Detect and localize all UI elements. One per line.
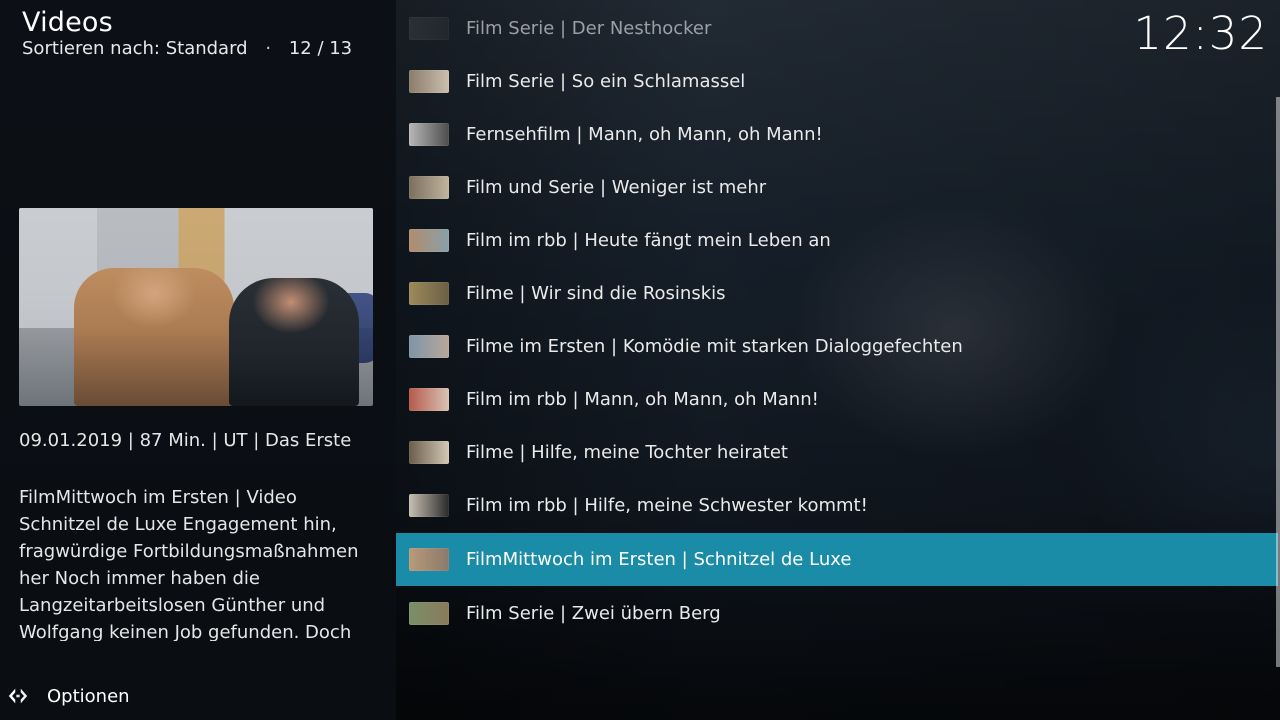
list-item[interactable]: Film im rbb | Hilfe, meine Schwester kom…: [396, 479, 1278, 532]
options-button[interactable]: Optionen: [7, 683, 130, 709]
list-item[interactable]: Filme im Ersten | Komödie mit starken Di…: [396, 320, 1278, 373]
list-item[interactable]: Film und Serie | Weniger ist mehr: [396, 161, 1278, 214]
list-position: 12 / 13: [288, 38, 353, 59]
list-item-label: Film Serie | So ein Schlamassel: [466, 71, 746, 92]
list-item-label: Filme | Wir sind die Rosinskis: [466, 283, 726, 304]
video-list: Film Serie | Der Nesthocker Film Serie |…: [396, 0, 1280, 720]
list-item[interactable]: Film im rbb | Heute fängt mein Leben an: [396, 214, 1278, 267]
list-item-label: FilmMittwoch im Ersten | Schnitzel de Lu…: [466, 549, 852, 570]
separator-dot: ·: [265, 38, 272, 59]
sort-and-position: Sortieren nach: Standard · 12 / 13: [22, 38, 352, 59]
list-item-label: Filme im Ersten | Komödie mit starken Di…: [466, 336, 963, 357]
info-panel: Videos Sortieren nach: Standard · 12 / 1…: [0, 0, 396, 720]
list-item-label: Film im rbb | Heute fängt mein Leben an: [466, 230, 831, 251]
list-item-label: Film im rbb | Mann, oh Mann, oh Mann!: [466, 389, 819, 410]
list-item[interactable]: Film Serie | Der Nesthocker: [396, 2, 1278, 55]
list-item-thumbnail: [409, 123, 449, 146]
list-item-thumbnail: [409, 17, 449, 40]
list-item-thumbnail: [409, 602, 449, 625]
video-plot: FilmMittwoch im Ersten | Video Schnitzel…: [19, 487, 359, 641]
list-item-selected[interactable]: FilmMittwoch im Ersten | Schnitzel de Lu…: [396, 533, 1278, 586]
options-arrows-icon: [8, 688, 28, 704]
list-item-thumbnail: [409, 335, 449, 358]
list-item-thumbnail: [409, 229, 449, 252]
list-item[interactable]: Film im rbb | Mann, oh Mann, oh Mann!: [396, 373, 1278, 426]
list-item-thumbnail: [409, 494, 449, 517]
list-item-thumbnail: [409, 176, 449, 199]
list-item-label: Film Serie | Zwei übern Berg: [466, 603, 721, 624]
list-scrollbar[interactable]: [1276, 97, 1280, 667]
list-item-label: Fernsehfilm | Mann, oh Mann, oh Mann!: [466, 124, 823, 145]
list-item[interactable]: Filme | Wir sind die Rosinskis: [396, 267, 1278, 320]
list-item-thumbnail: [409, 548, 449, 571]
list-item-thumbnail: [409, 441, 449, 464]
list-item[interactable]: Film Serie | Zwei übern Berg: [396, 587, 1278, 640]
list-item-thumbnail: [409, 282, 449, 305]
list-item-label: Film im rbb | Hilfe, meine Schwester kom…: [466, 495, 868, 516]
selected-video-thumbnail: [19, 208, 373, 406]
list-item-thumbnail: [409, 70, 449, 93]
sort-label: Sortieren nach: Standard: [22, 38, 248, 59]
page-title: Videos: [22, 7, 113, 38]
list-item-thumbnail: [409, 388, 449, 411]
list-item-label: Filme | Hilfe, meine Tochter heiratet: [466, 442, 788, 463]
thumbnail-person-right: [229, 278, 359, 406]
options-label: Optionen: [47, 685, 130, 707]
list-item-label: Film und Serie | Weniger ist mehr: [466, 177, 767, 198]
thumbnail-person-left: [74, 268, 234, 406]
list-item-label: Film Serie | Der Nesthocker: [466, 18, 712, 39]
list-item[interactable]: Fernsehfilm | Mann, oh Mann, oh Mann!: [396, 108, 1278, 161]
list-item[interactable]: Filme | Hilfe, meine Tochter heiratet: [396, 426, 1278, 479]
video-metadata: 09.01.2019 | 87 Min. | UT | Das Erste: [19, 430, 352, 451]
list-item[interactable]: Film Serie | So ein Schlamassel: [396, 55, 1278, 108]
